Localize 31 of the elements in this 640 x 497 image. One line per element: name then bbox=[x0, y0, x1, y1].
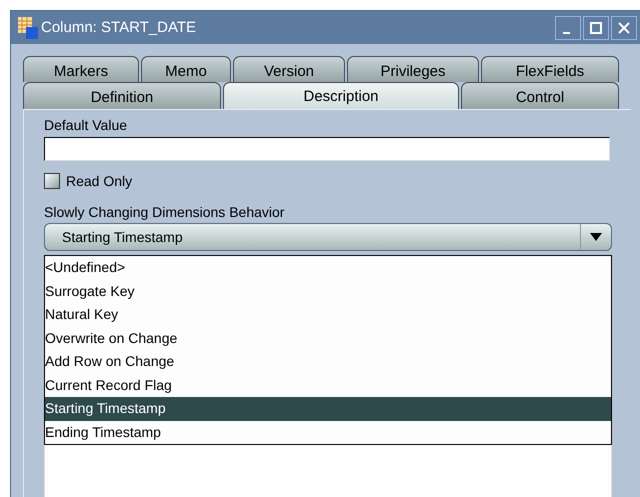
maximize-icon bbox=[589, 20, 603, 34]
dropdown-option[interactable]: Overwrite on Change bbox=[45, 326, 611, 350]
field-label: Slowly Changing Dimensions Behavior bbox=[44, 203, 286, 221]
caret-icon bbox=[590, 233, 602, 241]
window-title: Column: START_DATE bbox=[41, 19, 196, 36]
tab[interactable]: Privileges bbox=[347, 56, 479, 82]
input-field[interactable] bbox=[44, 137, 610, 161]
tab[interactable]: Markers bbox=[23, 56, 139, 82]
tab[interactable]: Description bbox=[223, 82, 459, 109]
dropdown-option[interactable]: Natural Key bbox=[45, 303, 611, 326]
dropdown-option[interactable]: Ending Timestamp bbox=[45, 420, 611, 444]
tab[interactable]: Control bbox=[461, 82, 619, 109]
dropdown-option[interactable]: Starting Timestamp bbox=[45, 397, 611, 420]
minimize-button[interactable] bbox=[555, 16, 581, 40]
dropdown-option[interactable]: Current Record Flag bbox=[45, 374, 611, 397]
maximize-button[interactable] bbox=[583, 16, 609, 40]
dropdown-option[interactable]: <Undefined> bbox=[45, 256, 611, 280]
dropdown[interactable]: Starting Timestamp bbox=[44, 223, 612, 251]
field-label: Default Value bbox=[44, 116, 128, 134]
close-button[interactable] bbox=[611, 16, 637, 40]
tab[interactable]: Definition bbox=[23, 82, 221, 109]
checkbox[interactable] bbox=[44, 173, 60, 189]
close-icon bbox=[617, 20, 631, 34]
tab[interactable]: FlexFields bbox=[481, 56, 619, 82]
dropdown-option[interactable]: Surrogate Key bbox=[45, 280, 611, 303]
tab[interactable]: Memo bbox=[141, 56, 231, 82]
minimize-icon bbox=[562, 32, 570, 34]
tab[interactable]: Version bbox=[233, 56, 345, 82]
table-icon bbox=[17, 16, 39, 40]
dropdown-option[interactable]: Add Row on Change bbox=[45, 350, 611, 374]
checkbox-label: Read Only bbox=[66, 173, 132, 189]
